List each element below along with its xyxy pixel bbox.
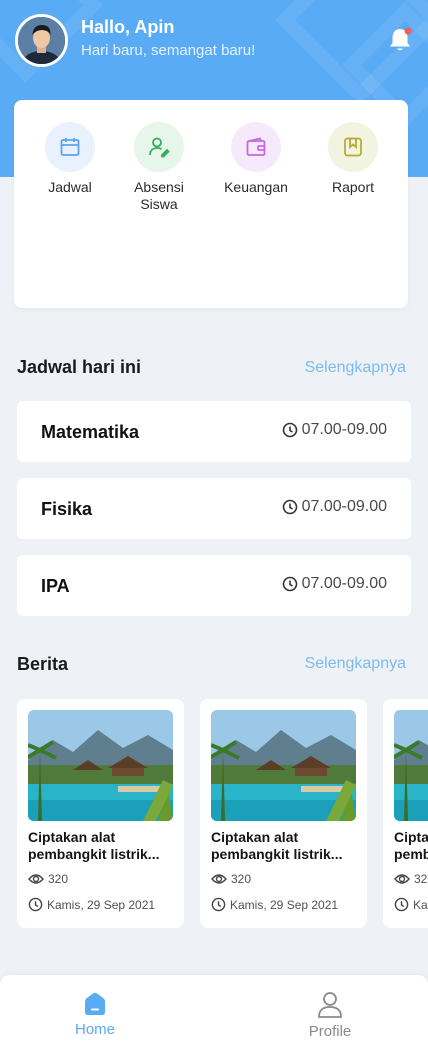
news-date-text: Kamis, 29 Sep 2021 (47, 897, 156, 912)
quick-menu-card: Jadwal Absensi Siswa Keuangan Raport (14, 100, 408, 308)
menu-label: Keuangan (224, 179, 288, 195)
schedule-more-link[interactable]: Selengkapnya (305, 359, 406, 377)
bottom-navigation: Home Profile (0, 975, 428, 1053)
news-thumbnail (28, 710, 173, 821)
nav-home[interactable]: Home (45, 991, 145, 1038)
avatar[interactable] (15, 14, 68, 67)
news-card-title: Ciptakan alat pembangkit listrik... (394, 829, 428, 862)
schedule-time: 07.00-09.00 (282, 575, 387, 593)
menu-item-raport[interactable]: Raport (313, 122, 393, 196)
menu-label: Absensi Siswa (134, 179, 184, 212)
menu-item-keuangan[interactable]: Keuangan (216, 122, 296, 196)
menu-label: Jadwal (48, 179, 92, 195)
news-more-link[interactable]: Selengkapnya (305, 655, 406, 673)
clock-icon (211, 897, 226, 912)
eye-icon (28, 874, 44, 884)
notification-bell-icon[interactable] (386, 26, 414, 54)
news-views: 320 (211, 872, 251, 886)
schedule-item[interactable]: Matematika 07.00-09.00 (17, 401, 411, 462)
schedule-time: 07.00-09.00 (282, 498, 387, 516)
nav-profile[interactable]: Profile (280, 991, 380, 1040)
news-date: Kamis, 29 Sep 2021 (28, 897, 155, 912)
news-title: Berita (17, 654, 69, 674)
menu-label: Raport (331, 179, 375, 195)
user-check-icon (134, 122, 184, 172)
news-date-text: Kamis, 29 Sep 2021 (413, 897, 428, 912)
eye-icon (211, 874, 227, 884)
bookmark-book-icon (328, 122, 378, 172)
news-views-count: 320 (414, 872, 428, 886)
nav-profile-label: Profile (308, 1023, 352, 1040)
menu-item-jadwal[interactable]: Jadwal (30, 122, 110, 196)
news-card-title: Ciptakan alat pembangkit listrik... (211, 829, 343, 862)
news-views-count: 320 (48, 872, 69, 886)
clock-icon (282, 422, 297, 438)
wallet-icon (231, 122, 281, 172)
news-views-count: 320 (231, 872, 252, 886)
clock-icon (394, 897, 409, 912)
clock-icon (28, 897, 43, 912)
home-icon (85, 992, 105, 1015)
schedule-subject: IPA (41, 576, 70, 596)
news-card[interactable]: Ciptakan alat pembangkit listrik... 320 … (200, 699, 367, 928)
schedule-subject: Matematika (41, 422, 140, 442)
clock-icon (282, 576, 297, 592)
clock-icon (282, 499, 297, 515)
news-thumbnail (211, 710, 356, 821)
news-card[interactable]: Ciptakan alat pembangkit listrik... 320 … (17, 699, 184, 928)
news-date: Kamis, 29 Sep 2021 (394, 897, 428, 912)
user-icon (318, 992, 342, 1018)
schedule-item[interactable]: Fisika 07.00-09.00 (17, 478, 411, 539)
news-card-title: Ciptakan alat pembangkit listrik... (28, 829, 160, 862)
schedule-time: 07.00-09.00 (282, 421, 387, 439)
schedule-item[interactable]: IPA 07.00-09.00 (17, 555, 411, 616)
schedule-time-text: 07.00-09.00 (301, 575, 387, 592)
news-thumbnail (394, 710, 428, 821)
news-date: Kamis, 29 Sep 2021 (211, 897, 338, 912)
calendar-icon (45, 122, 95, 172)
schedule-title: Jadwal hari ini (17, 357, 142, 377)
greeting-title: Hallo, Apin (81, 17, 175, 37)
schedule-time-text: 07.00-09.00 (301, 421, 387, 438)
schedule-time-text: 07.00-09.00 (301, 498, 387, 515)
news-card[interactable]: Ciptakan alat pembangkit listrik... 320 … (383, 699, 428, 928)
menu-item-absensi[interactable]: Absensi Siswa (119, 122, 199, 213)
greeting-subtitle: Hari baru, semangat baru! (81, 42, 256, 59)
news-carousel[interactable]: Ciptakan alat pembangkit listrik... 320 … (17, 699, 428, 929)
news-views: 320 (28, 872, 68, 886)
schedule-subject: Fisika (41, 499, 93, 519)
nav-home-label: Home (74, 1021, 115, 1038)
news-views: 320 (394, 872, 428, 886)
eye-icon (394, 874, 410, 884)
news-date-text: Kamis, 29 Sep 2021 (230, 897, 339, 912)
